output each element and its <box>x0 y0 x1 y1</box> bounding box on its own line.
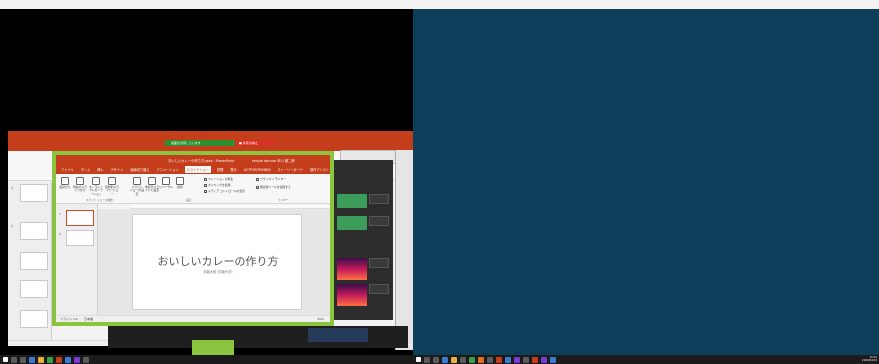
top-strip <box>0 0 879 9</box>
windows-start-icon[interactable] <box>416 357 421 362</box>
audio-waveform <box>337 216 367 230</box>
right-monitor-desktop <box>413 9 879 355</box>
thumb-number: 2 <box>11 224 14 228</box>
right-taskbar: 10:01 2020/04/13 <box>413 355 879 364</box>
audio-track-control[interactable] <box>369 284 389 294</box>
secondary-window-edge <box>395 150 413 350</box>
thumb-number: 1 <box>11 186 14 190</box>
zoom-icon[interactable] <box>505 356 511 363</box>
audio-track-control[interactable] <box>369 194 389 204</box>
app-icon[interactable] <box>487 356 493 363</box>
screen-share-bar: 画面を共有しています ■ 共有の停止 <box>165 140 275 146</box>
slide-thumbnail[interactable] <box>20 310 48 328</box>
app-icon[interactable] <box>523 356 529 363</box>
capture-region-frame <box>52 151 334 326</box>
audio-track-control[interactable] <box>369 216 389 226</box>
audio-editor-window[interactable] <box>333 160 393 320</box>
firefox-icon[interactable] <box>478 356 484 363</box>
left-taskbar <box>0 355 413 364</box>
slide-thumbnail[interactable] <box>20 252 48 270</box>
explorer-icon[interactable] <box>451 356 457 363</box>
chrome-icon[interactable] <box>47 356 53 363</box>
share-message: 画面を共有しています <box>171 141 201 145</box>
task-view-icon[interactable] <box>20 356 26 363</box>
powerpoint-icon[interactable] <box>56 356 62 363</box>
app-icon[interactable] <box>83 356 89 363</box>
search-icon[interactable] <box>424 356 430 363</box>
audio-track-control[interactable] <box>369 258 389 268</box>
slide-thumbnail[interactable] <box>20 280 48 298</box>
teams-icon[interactable] <box>514 356 520 363</box>
slide-thumbnail[interactable] <box>20 184 48 202</box>
windows-start-icon[interactable] <box>3 357 8 362</box>
app-icon[interactable] <box>550 356 556 363</box>
audio-waveform <box>337 194 367 208</box>
chrome-icon[interactable] <box>469 356 475 363</box>
stop-share-button[interactable]: ■ 共有の停止 <box>235 140 275 146</box>
app-icon[interactable] <box>74 356 80 363</box>
video-editor-timeline[interactable] <box>308 328 368 342</box>
edge-icon[interactable] <box>442 356 448 363</box>
taskbar-clock[interactable]: 10:01 2020/04/13 <box>862 356 877 362</box>
search-icon[interactable] <box>11 356 17 363</box>
explorer-icon[interactable] <box>38 356 44 363</box>
powerpoint-icon[interactable] <box>496 356 502 363</box>
back-ppt-thumbnail-pane: 1 2 <box>8 182 52 340</box>
app-icon[interactable] <box>532 356 538 363</box>
spectrogram <box>337 284 367 306</box>
app-icon[interactable] <box>541 356 547 363</box>
mail-icon[interactable] <box>460 356 466 363</box>
task-view-icon[interactable] <box>433 356 439 363</box>
slide-thumbnail[interactable] <box>20 222 48 240</box>
video-editor-panel <box>108 326 408 348</box>
word-icon[interactable] <box>65 356 71 363</box>
edge-icon[interactable] <box>29 356 35 363</box>
spectrogram <box>337 258 367 280</box>
